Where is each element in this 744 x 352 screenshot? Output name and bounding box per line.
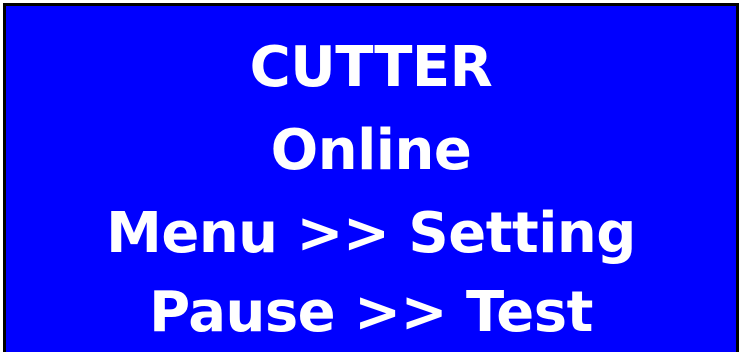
menu-setting-hint-text: Menu >> Setting — [106, 201, 636, 266]
pause-test-hint-text: Pause >> Test — [149, 280, 593, 345]
lcd-display-screen: CUTTER Online Menu >> Setting Pause >> T… — [3, 3, 739, 352]
status-text: Online — [270, 118, 472, 183]
device-name-text: CUTTER — [249, 35, 493, 100]
